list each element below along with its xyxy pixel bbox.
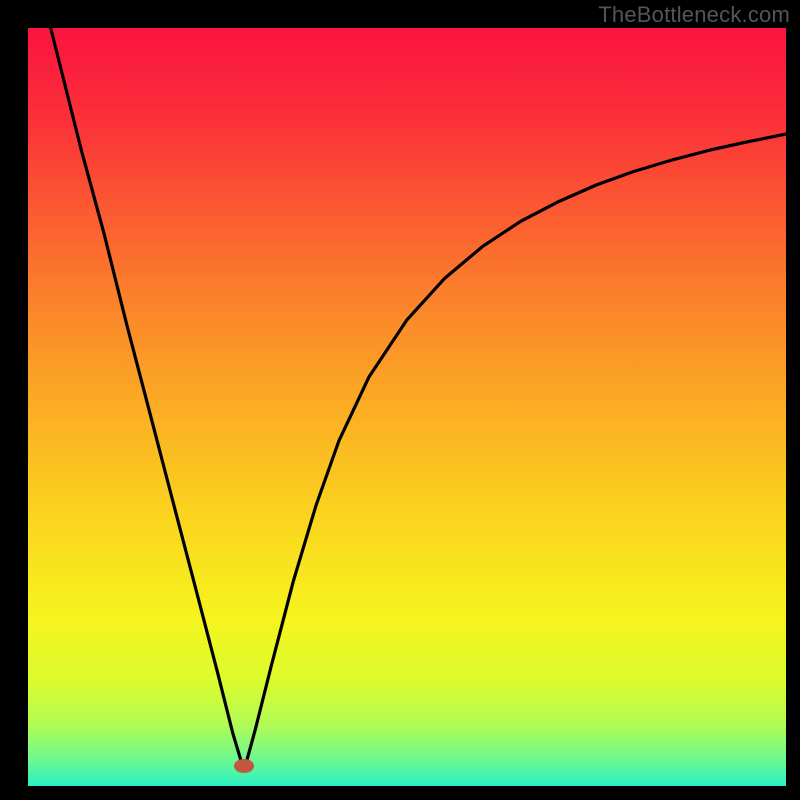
watermark-text: TheBottleneck.com bbox=[598, 2, 790, 28]
chart-canvas bbox=[0, 0, 800, 800]
minimum-marker bbox=[234, 759, 254, 773]
plot-background bbox=[28, 28, 786, 786]
bottleneck-chart: TheBottleneck.com bbox=[0, 0, 800, 800]
